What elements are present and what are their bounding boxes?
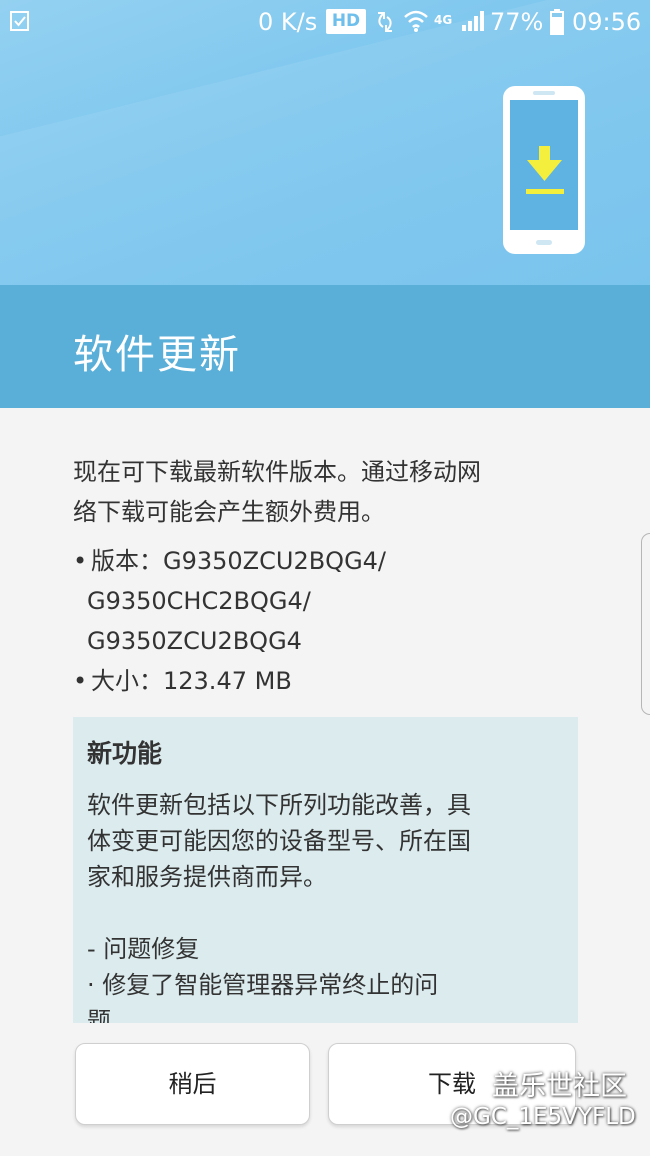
network-type: 4G: [434, 13, 453, 27]
phone-home-button: [536, 240, 552, 245]
version-value-1: G9350ZCU2BQG4/: [163, 547, 387, 575]
signal-icon: [462, 11, 484, 31]
version-row: • 版本： G9350ZCU2BQG4/: [73, 541, 553, 581]
size-label: 大小：: [91, 667, 163, 695]
battery-icon: [550, 9, 564, 35]
fix-line: 题。: [87, 1007, 135, 1023]
feature-line: 软件更新包括以下所列功能改善，具: [87, 791, 471, 819]
wifi-icon: [404, 10, 428, 32]
later-button[interactable]: 稍后: [75, 1043, 310, 1125]
net-speed: 0 K/s: [258, 8, 318, 36]
version-value-2: G9350CHC2BQG4/: [87, 587, 311, 615]
download-arrow-icon: [526, 146, 564, 194]
phone-screen: [510, 100, 578, 230]
watermark-brand: 盖乐世社区: [492, 1071, 627, 1102]
new-features-body: 软件更新包括以下所列功能改善，具 体变更可能因您的设备型号、所在国 家和服务提供…: [87, 787, 567, 1023]
new-features-panel[interactable]: 新功能 软件更新包括以下所列功能改善，具 体变更可能因您的设备型号、所在国 家和…: [73, 717, 578, 1023]
new-features-title: 新功能: [87, 739, 163, 768]
hd-badge: HD: [326, 9, 366, 34]
download-button-label: 下载: [428, 1070, 476, 1098]
version-label: 版本：: [91, 547, 163, 575]
feature-line: 家和服务提供商而异。: [87, 863, 327, 891]
update-details: • 版本： G9350ZCU2BQG4/ G9350CHC2BQG4/ G935…: [73, 541, 553, 701]
description-line: 络下载可能会产生额外费用。: [73, 498, 385, 526]
sync-icon: [378, 12, 392, 32]
size-row: • 大小： 123.47 MB: [73, 661, 553, 701]
battery-percent: 77%: [490, 8, 544, 36]
fix-heading: - 问题修复: [87, 935, 200, 963]
size-value: 123.47 MB: [163, 667, 292, 695]
bullet: •: [73, 547, 88, 575]
scroll-indicator[interactable]: [641, 533, 650, 715]
checklist-icon: [10, 11, 29, 31]
page-title: 软件更新: [73, 332, 241, 378]
watermark-user: @GC_1E5VYFLD: [450, 1104, 636, 1130]
phone-speaker: [533, 91, 555, 95]
feature-line: 体变更可能因您的设备型号、所在国: [87, 827, 471, 855]
status-bar: 0 K/s HD 4G 77% 09:56: [0, 0, 650, 44]
update-description: 现在可下载最新软件版本。通过移动网 络下载可能会产生额外费用。: [73, 452, 563, 532]
phone-download-icon: [503, 86, 585, 254]
bullet: •: [73, 667, 88, 695]
fix-line: · 修复了智能管理器异常终止的问: [87, 971, 439, 999]
description-line: 现在可下载最新软件版本。通过移动网: [73, 458, 481, 486]
clock: 09:56: [572, 8, 642, 36]
version-value-3: G9350ZCU2BQG4: [87, 627, 302, 655]
